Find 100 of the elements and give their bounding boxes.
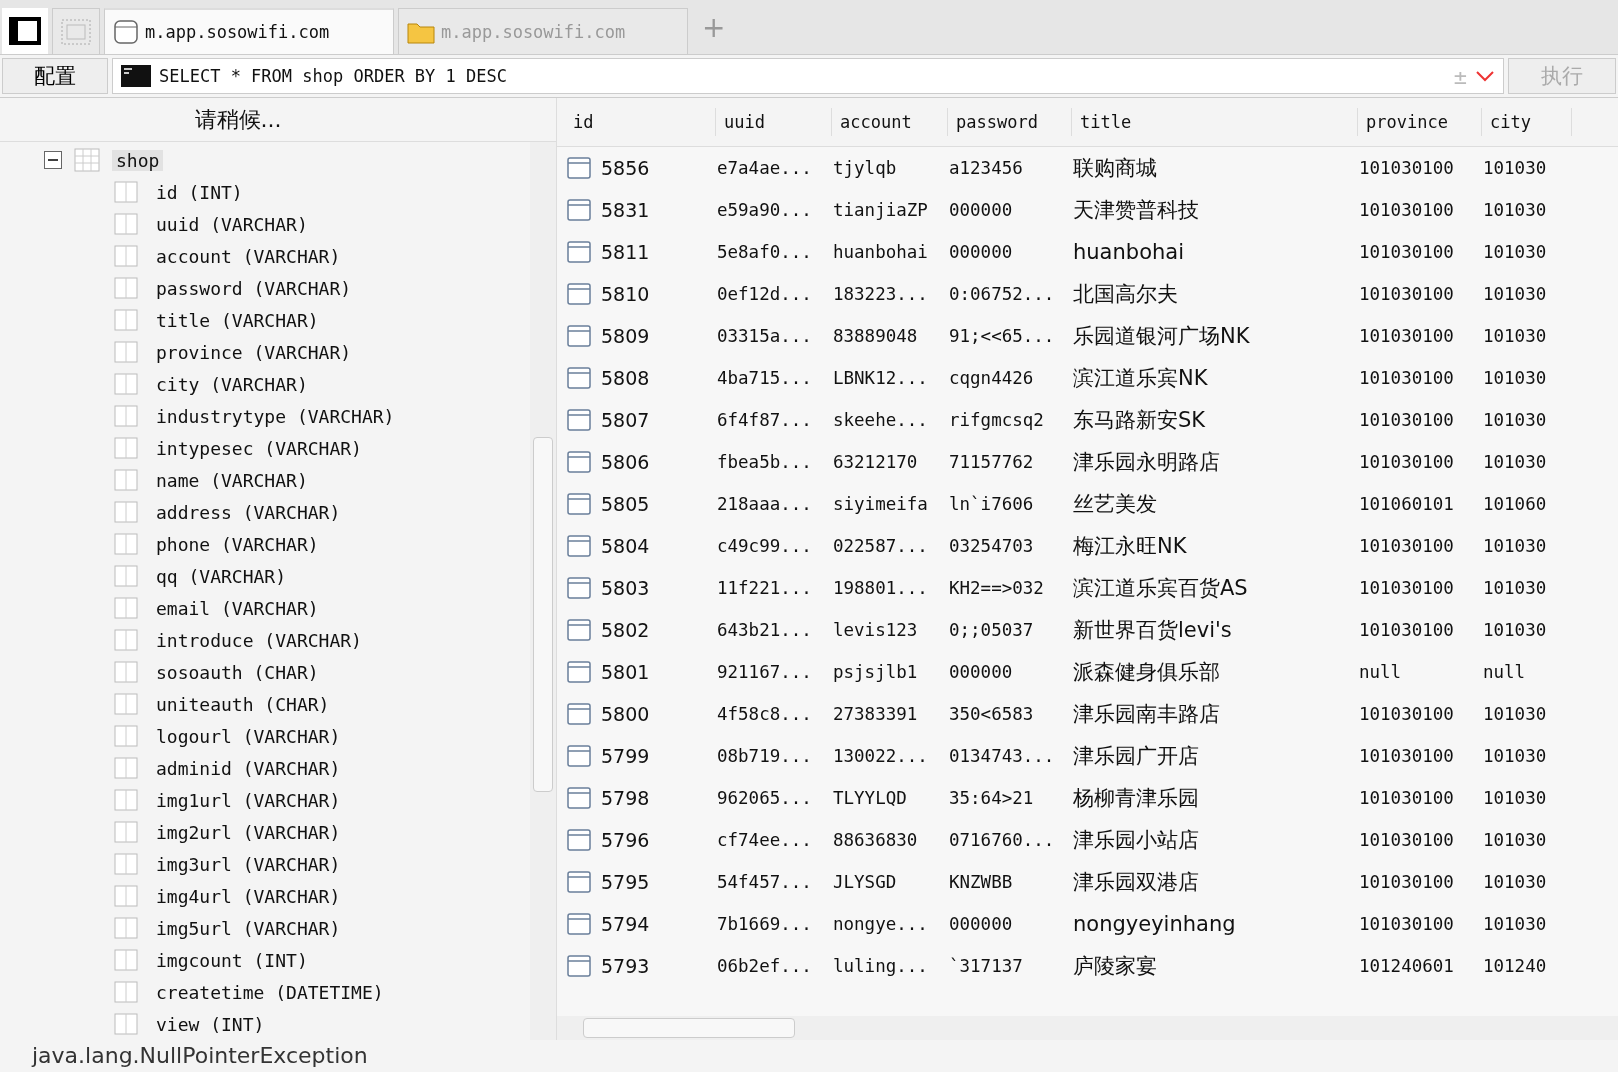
tree-item[interactable]: province (VARCHAR): [152, 341, 356, 363]
table-cell-text: 北国高尔夫: [1073, 281, 1179, 308]
column-icon: [114, 277, 138, 299]
table-cell-text: 101240: [1483, 956, 1548, 976]
table-cell-text: 101030: [1483, 578, 1548, 598]
table-cell-text: 35:64>21: [949, 788, 1035, 808]
column-icon: [114, 245, 138, 267]
row-icon: [567, 703, 591, 725]
column-icon: [114, 917, 138, 939]
column-header[interactable]: uuid: [716, 108, 832, 136]
column-icon: [114, 1013, 138, 1035]
dropdown-icon[interactable]: [1475, 69, 1495, 83]
table-cell-text: 000000: [949, 662, 1014, 682]
table-cell-text: 101030: [1483, 158, 1548, 178]
table-cell-text: null: [1359, 662, 1403, 682]
table-cell-text: 滨江道乐宾NK: [1073, 365, 1209, 392]
tree-item[interactable]: email (VARCHAR): [152, 597, 323, 619]
table-cell-text: 滨江道乐宾百货AS: [1073, 575, 1249, 602]
row-icon: [567, 745, 591, 767]
column-header[interactable]: city: [1482, 108, 1572, 136]
tab[interactable]: [2, 8, 48, 54]
table-cell-text: 津乐园小站店: [1073, 827, 1200, 854]
column-header[interactable]: title: [1072, 108, 1358, 136]
config-button[interactable]: 配置: [2, 58, 108, 94]
column-header[interactable]: id: [565, 108, 716, 136]
row-icon: [567, 535, 591, 557]
table-cell-text: 津乐园双港店: [1073, 869, 1200, 896]
table-cell-text: 5794: [601, 913, 651, 935]
tree-item[interactable]: sosoauth (CHAR): [152, 661, 323, 683]
table-cell-text: JLYSGD: [833, 872, 898, 892]
table-cell-text: 7b1669...: [717, 914, 813, 934]
table-cell-text: 101030: [1483, 914, 1548, 934]
table-cell-text: 0ef12d...: [717, 284, 813, 304]
column-icon: [114, 597, 138, 619]
table-cell-text: 5801: [601, 661, 651, 683]
tree-item[interactable]: img3url (VARCHAR): [152, 853, 345, 875]
table-cell-text: 5798: [601, 787, 651, 809]
collapse-toggle[interactable]: [44, 151, 62, 169]
row-icon: [567, 787, 591, 809]
table-cell-text: 101030100: [1359, 872, 1455, 892]
row-icon: [567, 367, 591, 389]
tree-item[interactable]: title (VARCHAR): [152, 309, 323, 331]
tree-item[interactable]: intypesec (VARCHAR): [152, 437, 366, 459]
tree-item[interactable]: img5url (VARCHAR): [152, 917, 345, 939]
table-cell-text: e59a90...: [717, 200, 813, 220]
tree-item[interactable]: id (INT): [152, 181, 247, 203]
tree-item[interactable]: img4url (VARCHAR): [152, 885, 345, 907]
tree-item[interactable]: address (VARCHAR): [152, 501, 345, 523]
tree-item[interactable]: qq (VARCHAR): [152, 565, 291, 587]
tree-item[interactable]: name (VARCHAR): [152, 469, 312, 491]
tree-item[interactable]: uuid (VARCHAR): [152, 213, 312, 235]
table-cell-text: huanbohai: [1073, 240, 1185, 264]
tree-item[interactable]: img1url (VARCHAR): [152, 789, 345, 811]
row-icon: [567, 157, 591, 179]
tree-item[interactable]: view (INT): [152, 1013, 269, 1035]
row-icon: [567, 913, 591, 935]
table-cell-text: 101030100: [1359, 914, 1455, 934]
tree-item[interactable]: uniteauth (CHAR): [152, 693, 334, 715]
tree-item[interactable]: img2url (VARCHAR): [152, 821, 345, 843]
column-header[interactable]: province: [1358, 108, 1482, 136]
table-cell-text: 71157762: [949, 452, 1035, 472]
tree-item[interactable]: password (VARCHAR): [152, 277, 356, 299]
table-cell-text: 101030100: [1359, 452, 1455, 472]
row-icon: [567, 451, 591, 473]
table-cell-text: 5831: [601, 199, 651, 221]
table-cell-text: huanbohai: [833, 242, 929, 262]
table-cell-text: 101030100: [1359, 368, 1455, 388]
tree-item[interactable]: introduce (VARCHAR): [152, 629, 366, 651]
query-field[interactable]: SELECT * FROM shop ORDER BY 1 DESC ±: [112, 58, 1504, 94]
table-cell-text: 5811: [601, 241, 651, 263]
table-cell-text: KH2==>032: [949, 578, 1045, 598]
tree-item[interactable]: logourl (VARCHAR): [152, 725, 345, 747]
table-cell-text: 杨柳青津乐园: [1073, 785, 1200, 812]
table-cell-text: rifgmcsq2: [949, 410, 1045, 430]
tree-item[interactable]: shop: [112, 149, 164, 171]
table-cell-text: 津乐园广开店: [1073, 743, 1200, 770]
table-cell-text: 5803: [601, 577, 651, 599]
tree-item[interactable]: account (VARCHAR): [152, 245, 345, 267]
table-cell-text: 101240601: [1359, 956, 1455, 976]
table-cell-text: 5800: [601, 703, 651, 725]
tree-item[interactable]: city (VARCHAR): [152, 373, 312, 395]
table-cell-text: 101030100: [1359, 284, 1455, 304]
table-icon: [74, 148, 100, 172]
tree-item[interactable]: industrytype (VARCHAR): [152, 405, 399, 427]
table-cell-text: e7a4ae...: [717, 158, 813, 178]
tree-item[interactable]: createtime (DATETIME): [152, 981, 388, 1003]
tree-item[interactable]: adminid (VARCHAR): [152, 757, 345, 779]
table-cell-text: 183223...: [833, 284, 929, 304]
tab[interactable]: m.app.sosowifi.com: [104, 8, 394, 54]
scrollbar[interactable]: [557, 1016, 1618, 1040]
table-cell-text: null: [1483, 662, 1527, 682]
table-cell-text: 101030: [1483, 242, 1548, 262]
scrollbar[interactable]: [530, 142, 556, 1040]
column-header[interactable]: account: [832, 108, 948, 136]
table-cell-text: 新世界百货levi's: [1073, 617, 1233, 644]
tree-item[interactable]: imgcount (INT): [152, 949, 312, 971]
column-header[interactable]: password: [948, 108, 1072, 136]
table-cell-text: 63212170: [833, 452, 919, 472]
table-cell-text: 5e8af0...: [717, 242, 813, 262]
tree-item[interactable]: phone (VARCHAR): [152, 533, 323, 555]
